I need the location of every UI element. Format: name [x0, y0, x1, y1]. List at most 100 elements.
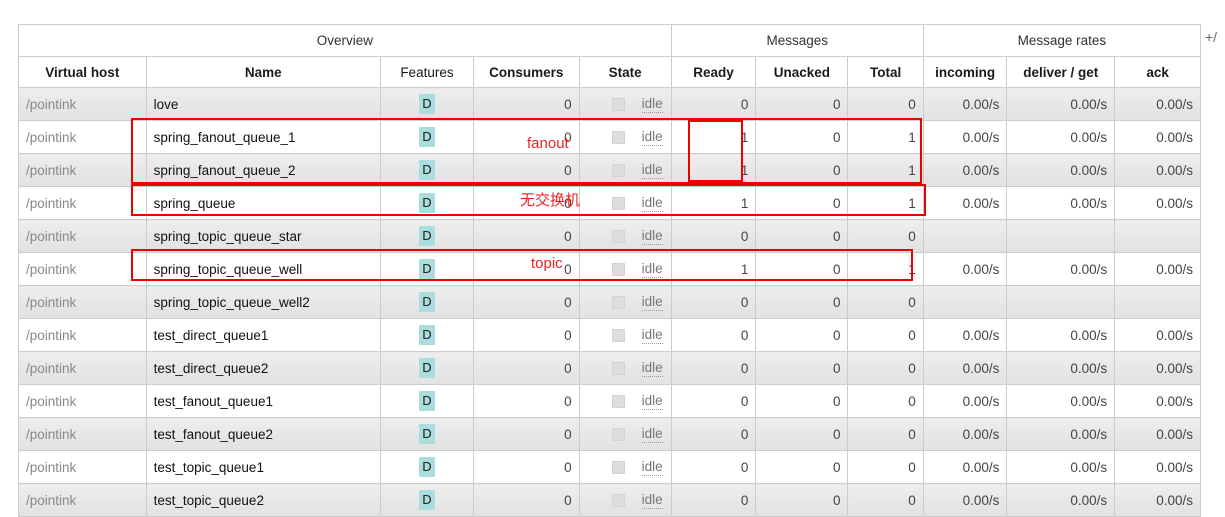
queue-name-link[interactable]: test_topic_queue2 — [154, 493, 264, 508]
cell-unacked: 0 — [755, 351, 849, 385]
col-header-unacked[interactable]: Unacked — [755, 56, 849, 88]
cell-virtual-host: /pointink — [18, 483, 147, 517]
square-chip-icon — [611, 163, 625, 177]
table-row[interactable]: /pointink spring_topic_queue_star D 0 idle 0 0… — [18, 219, 1201, 253]
cell-features: D — [379, 252, 475, 286]
queue-name-link[interactable]: test_direct_queue2 — [154, 361, 269, 376]
table-row[interactable]: /pointink test_direct_queue2 D 0 idle 0 0 0 0.00… — [18, 351, 1201, 385]
durable-badge-icon: D — [419, 160, 435, 180]
queue-name-link[interactable]: spring_topic_queue_star — [154, 229, 302, 244]
cell-state: idle — [578, 120, 672, 154]
cell-incoming: 0.00/s — [922, 384, 1008, 418]
col-header-deliver-get[interactable]: deliver / get — [1006, 56, 1116, 88]
col-header-state[interactable]: State — [578, 56, 672, 88]
cell-deliver-get: 0.00/s — [1006, 384, 1116, 418]
state-label: idle — [641, 194, 663, 212]
queue-name-link[interactable]: spring_fanout_queue_1 — [154, 130, 296, 145]
cell-queue-name[interactable]: test_fanout_queue1 — [145, 384, 381, 418]
cell-total: 0 — [847, 318, 924, 352]
table-row[interactable]: /pointink test_direct_queue1 D 0 idle 0 0 0 0.00… — [18, 318, 1201, 352]
cell-total: 0 — [847, 384, 924, 418]
table-row[interactable]: /pointink test_fanout_queue2 D 0 idle 0 0 0 0.00… — [18, 417, 1201, 451]
col-header-consumers[interactable]: Consumers — [473, 56, 580, 88]
col-header-ack[interactable]: ack — [1114, 56, 1201, 88]
cell-queue-name[interactable]: spring_topic_queue_star — [145, 219, 381, 253]
state-label: idle — [641, 161, 663, 179]
cell-ack — [1114, 285, 1201, 319]
cell-queue-name[interactable]: spring_queue — [145, 186, 381, 220]
col-header-name[interactable]: Name — [145, 56, 381, 88]
table-row[interactable]: /pointink test_topic_queue1 D 0 idle 0 0 0 0.00/… — [18, 450, 1201, 484]
col-header-ready[interactable]: Ready — [670, 56, 757, 88]
cell-virtual-host: /pointink — [18, 120, 147, 154]
table-row[interactable]: /pointink test_fanout_queue1 D 0 idle 0 0 0 0.00… — [18, 384, 1201, 418]
table-row[interactable]: /pointink test_topic_queue2 D 0 idle 0 0 0 0.00/… — [18, 483, 1201, 517]
cell-consumers: 0 — [473, 483, 580, 517]
col-header-features[interactable]: Features — [379, 56, 475, 88]
cell-queue-name[interactable]: spring_fanout_queue_1 — [145, 120, 381, 154]
queue-name-link[interactable]: test_fanout_queue2 — [154, 427, 273, 442]
cell-queue-name[interactable]: test_topic_queue2 — [145, 483, 381, 517]
queue-name-link[interactable]: test_fanout_queue1 — [154, 394, 273, 409]
table-row[interactable]: /pointink spring_topic_queue_well D 0 idle 1 0… — [18, 252, 1201, 286]
cell-total: 0 — [847, 351, 924, 385]
cell-deliver-get: 0.00/s — [1006, 450, 1116, 484]
cell-queue-name[interactable]: spring_fanout_queue_2 — [145, 153, 381, 187]
queue-name-link[interactable]: test_direct_queue1 — [154, 328, 269, 343]
queue-name-link[interactable]: love — [154, 97, 179, 112]
cell-consumers: 0 — [473, 384, 580, 418]
cell-queue-name[interactable]: spring_topic_queue_well — [145, 252, 381, 286]
cell-queue-name[interactable]: test_direct_queue1 — [145, 318, 381, 352]
group-header-messages: Messages — [670, 24, 924, 57]
state-indicator: idle — [587, 122, 664, 153]
table-row[interactable]: /pointink spring_fanout_queue_1 D 0 idle 1 0 1 0… — [18, 120, 1201, 154]
col-header-incoming[interactable]: incoming — [922, 56, 1008, 88]
state-indicator: idle — [587, 221, 664, 252]
cell-queue-name[interactable]: test_direct_queue2 — [145, 351, 381, 385]
cell-queue-name[interactable]: love — [145, 87, 381, 121]
queue-name-link[interactable]: test_topic_queue1 — [154, 460, 264, 475]
cell-consumers: 0 — [473, 285, 580, 319]
cell-virtual-host: /pointink — [18, 351, 147, 385]
cell-queue-name[interactable]: test_topic_queue1 — [145, 450, 381, 484]
table-row[interactable]: /pointink spring_fanout_queue_2 D 0 idle 1 0 1 0… — [18, 153, 1201, 187]
table-row[interactable]: /pointink spring_queue D 0 idle 1 0 1 0.00/s 0.00… — [18, 186, 1201, 220]
queue-name-link[interactable]: spring_queue — [154, 196, 236, 211]
square-chip-icon — [611, 427, 625, 441]
cell-deliver-get — [1006, 285, 1116, 319]
state-indicator: idle — [587, 353, 664, 384]
table-row[interactable]: /pointink spring_topic_queue_well2 D 0 idle 0… — [18, 285, 1201, 319]
cell-incoming: 0.00/s — [922, 351, 1008, 385]
table-row[interactable]: /pointink love D 0 idle 0 0 0 0.00/s 0.00/s 0.00/s — [18, 87, 1201, 121]
durable-badge-icon: D — [419, 259, 435, 279]
cell-queue-name[interactable]: spring_topic_queue_well2 — [145, 285, 381, 319]
col-header-total[interactable]: Total — [847, 56, 924, 88]
cell-incoming: 0.00/s — [922, 318, 1008, 352]
queue-name-link[interactable]: spring_fanout_queue_2 — [154, 163, 296, 178]
cell-virtual-host: /pointink — [18, 219, 147, 253]
columns-toggle-link[interactable]: +/ — [1205, 29, 1217, 45]
cell-queue-name[interactable]: test_fanout_queue2 — [145, 417, 381, 451]
cell-incoming — [922, 285, 1008, 319]
cell-ready: 0 — [670, 318, 757, 352]
cell-unacked: 0 — [755, 318, 849, 352]
cell-state: idle — [578, 153, 672, 187]
durable-badge-icon: D — [419, 490, 435, 510]
cell-virtual-host: /pointink — [18, 318, 147, 352]
cell-total: 1 — [847, 120, 924, 154]
col-header-virtual-host[interactable]: Virtual host — [18, 56, 147, 88]
cell-features: D — [379, 219, 475, 253]
durable-badge-icon: D — [419, 193, 435, 213]
square-chip-icon — [611, 262, 625, 276]
state-label: idle — [641, 227, 663, 245]
cell-incoming: 0.00/s — [922, 186, 1008, 220]
queue-name-link[interactable]: spring_topic_queue_well — [154, 262, 303, 277]
state-label: idle — [641, 359, 663, 377]
cell-virtual-host: /pointink — [18, 87, 147, 121]
cell-unacked: 0 — [755, 384, 849, 418]
square-chip-icon — [611, 394, 625, 408]
queue-name-link[interactable]: spring_topic_queue_well2 — [154, 295, 310, 310]
cell-ready: 1 — [670, 153, 757, 187]
cell-ready: 1 — [670, 120, 757, 154]
square-chip-icon — [611, 97, 625, 111]
